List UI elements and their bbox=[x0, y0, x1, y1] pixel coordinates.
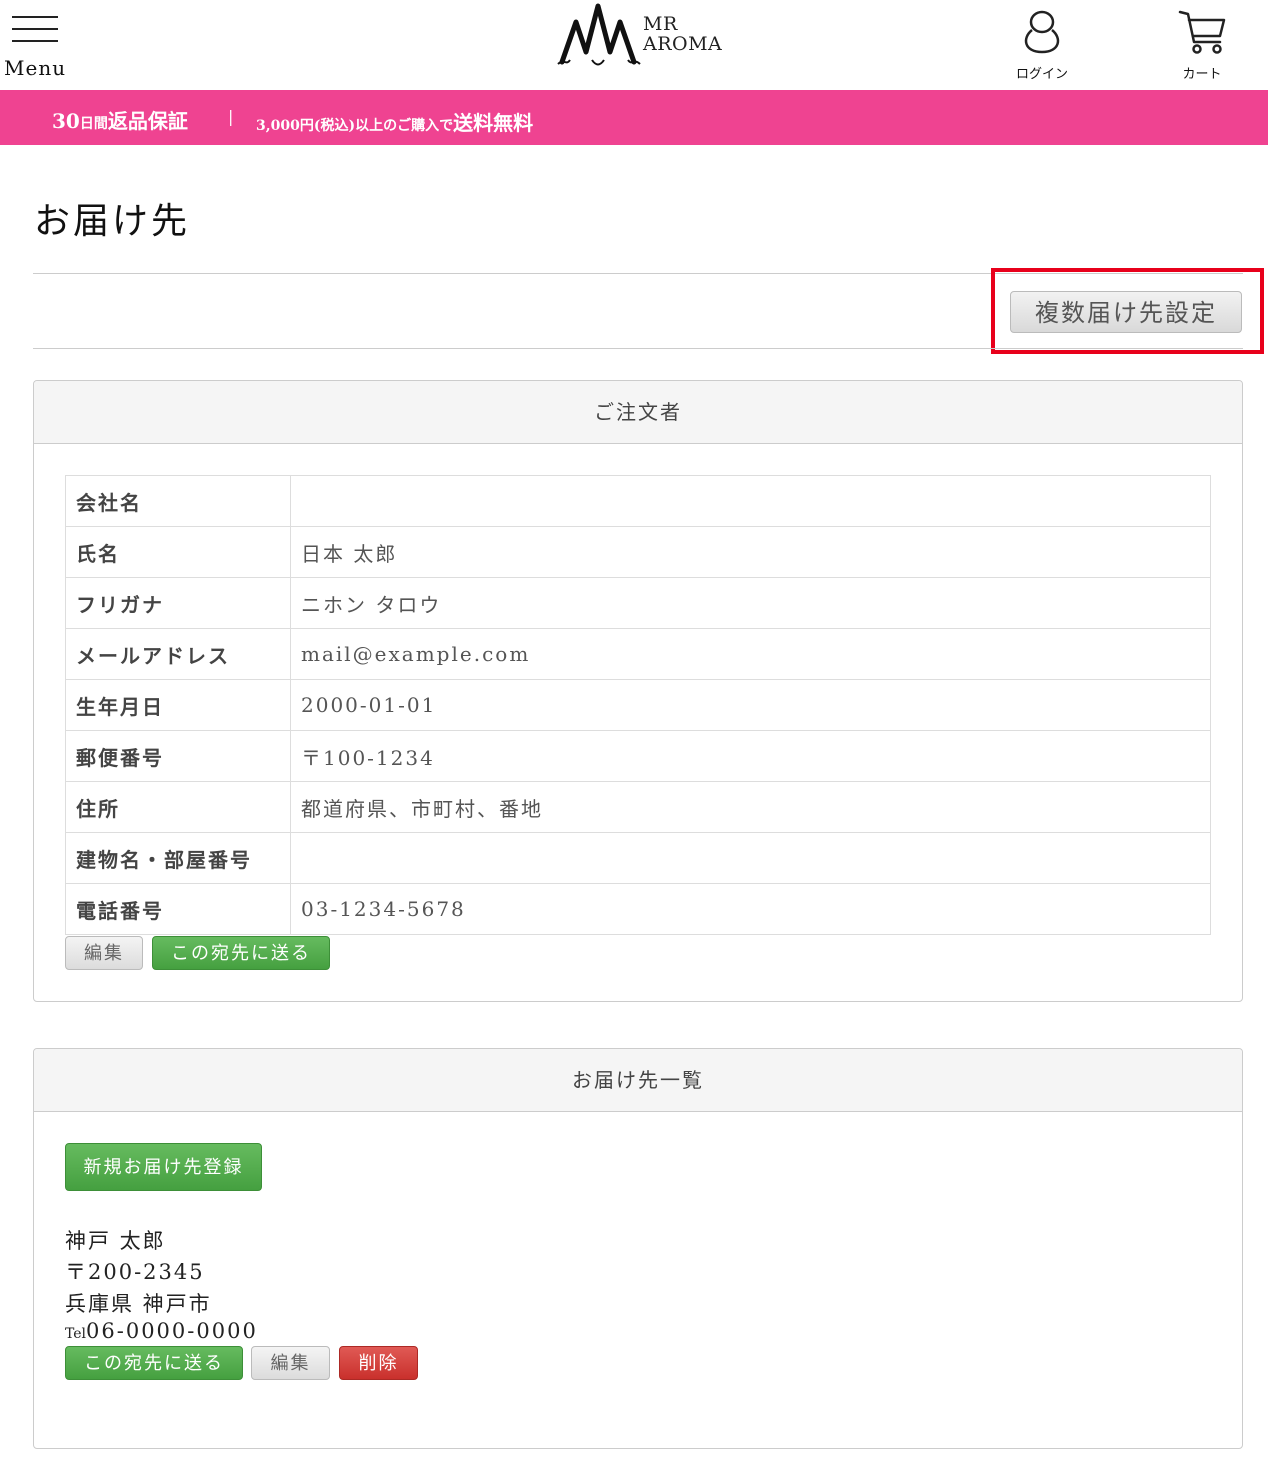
logo-mark-icon bbox=[557, 3, 641, 66]
return-guarantee: 30日間返品保証 bbox=[52, 105, 188, 134]
banner-free-shipping: 送料無料 bbox=[453, 111, 534, 135]
logo-text: MR AROMA bbox=[643, 14, 722, 54]
orderer-heading: ご注文者 bbox=[34, 381, 1242, 444]
table-row: 住所 都道府県、市町村、番地 bbox=[65, 781, 1211, 833]
field-value: 2000-01-01 bbox=[290, 679, 1211, 731]
field-label: 生年月日 bbox=[65, 679, 291, 731]
free-shipping-notice: 3,000円(税込)以上のご購入で送料無料 bbox=[256, 107, 533, 136]
banner-separator: | bbox=[228, 107, 234, 126]
field-value: mail@example.com bbox=[290, 628, 1211, 680]
field-label: 住所 bbox=[65, 781, 291, 833]
table-row: 会社名 bbox=[65, 475, 1211, 527]
table-row: 建物名・部屋番号 bbox=[65, 832, 1211, 884]
login-button[interactable]: ログイン bbox=[1006, 6, 1078, 82]
banner-condition: 3,000円(税込)以上のご購入で bbox=[256, 118, 454, 134]
site-header: Menu MR AROMA ログイン カート bbox=[0, 0, 1268, 90]
multiple-destinations-button[interactable]: 複数届け先設定 bbox=[1010, 291, 1242, 333]
table-row: 生年月日 2000-01-01 bbox=[65, 679, 1211, 731]
new-destination-button[interactable]: 新規お届け先登録 bbox=[65, 1143, 262, 1191]
tel-prefix: Tel bbox=[65, 1326, 87, 1342]
destinations-panel: お届け先一覧 新規お届け先登録 神戸 太郎 〒200-2345 兵庫県 神戸市 … bbox=[33, 1048, 1243, 1449]
login-label: ログイン bbox=[1015, 67, 1068, 82]
site-logo[interactable]: MR AROMA bbox=[556, 0, 726, 70]
divider bbox=[33, 273, 1243, 274]
banner-days: 30 bbox=[52, 109, 80, 133]
destination-name: 神戸 太郎 bbox=[65, 1229, 166, 1253]
field-value: ニホン タロウ bbox=[290, 577, 1211, 629]
field-value: 〒100-1234 bbox=[290, 730, 1211, 782]
cart-label: カート bbox=[1182, 67, 1222, 82]
destinations-heading: お届け先一覧 bbox=[34, 1049, 1242, 1112]
orderer-send-button[interactable]: この宛先に送る bbox=[152, 936, 330, 970]
table-row: 電話番号 03-1234-5678 bbox=[65, 883, 1211, 935]
field-value: 日本 太郎 bbox=[290, 526, 1211, 578]
field-label: フリガナ bbox=[65, 577, 291, 629]
banner-days-suffix: 日間 bbox=[79, 116, 108, 132]
cart-button[interactable]: カート bbox=[1166, 6, 1238, 82]
field-label: 会社名 bbox=[65, 475, 291, 527]
field-label: 郵便番号 bbox=[65, 730, 291, 782]
cart-icon bbox=[1178, 10, 1226, 54]
destination-delete-button[interactable]: 削除 bbox=[339, 1346, 418, 1380]
field-value bbox=[290, 832, 1211, 884]
table-row: メールアドレス mail@example.com bbox=[65, 628, 1211, 680]
destination-edit-button[interactable]: 編集 bbox=[251, 1346, 330, 1380]
field-value bbox=[290, 475, 1211, 527]
field-label: 氏名 bbox=[65, 526, 291, 578]
field-value: 03-1234-5678 bbox=[290, 883, 1211, 935]
tel-number: 06-0000-0000 bbox=[86, 1319, 258, 1343]
orderer-info-table: 会社名 氏名 日本 太郎 フリガナ ニホン タロウ メールアドレス mail@exam… bbox=[65, 475, 1211, 935]
field-label: 電話番号 bbox=[65, 883, 291, 935]
destination-phone: Tel06-0000-0000 bbox=[65, 1319, 258, 1343]
page-title: お届け先 bbox=[34, 201, 191, 242]
menu-label: Menu bbox=[4, 56, 67, 80]
destination-address: 兵庫県 神戸市 bbox=[65, 1292, 212, 1316]
table-row: 郵便番号 〒100-1234 bbox=[65, 730, 1211, 782]
orderer-panel: ご注文者 会社名 氏名 日本 太郎 フリガナ ニホン タロウ メールアドレス mail… bbox=[33, 380, 1243, 1002]
destination-send-button[interactable]: この宛先に送る bbox=[65, 1346, 243, 1380]
field-value: 都道府県、市町村、番地 bbox=[290, 781, 1211, 833]
logo-text-line1: MR bbox=[643, 13, 678, 35]
menu-button[interactable]: Menu bbox=[4, 10, 70, 82]
logo-text-line2: AROMA bbox=[643, 33, 723, 55]
hamburger-icon bbox=[12, 14, 58, 44]
user-icon bbox=[1024, 10, 1060, 54]
field-label: メールアドレス bbox=[65, 628, 291, 680]
table-row: フリガナ ニホン タロウ bbox=[65, 577, 1211, 629]
field-label: 建物名・部屋番号 bbox=[65, 832, 291, 884]
promo-banner: 30日間返品保証 | 3,000円(税込)以上のご購入で送料無料 bbox=[0, 90, 1268, 145]
orderer-edit-button[interactable]: 編集 bbox=[65, 936, 143, 970]
table-row: 氏名 日本 太郎 bbox=[65, 526, 1211, 578]
banner-guarantee: 返品保証 bbox=[107, 109, 188, 133]
divider bbox=[33, 348, 1243, 349]
destination-postal: 〒200-2345 bbox=[65, 1260, 205, 1284]
